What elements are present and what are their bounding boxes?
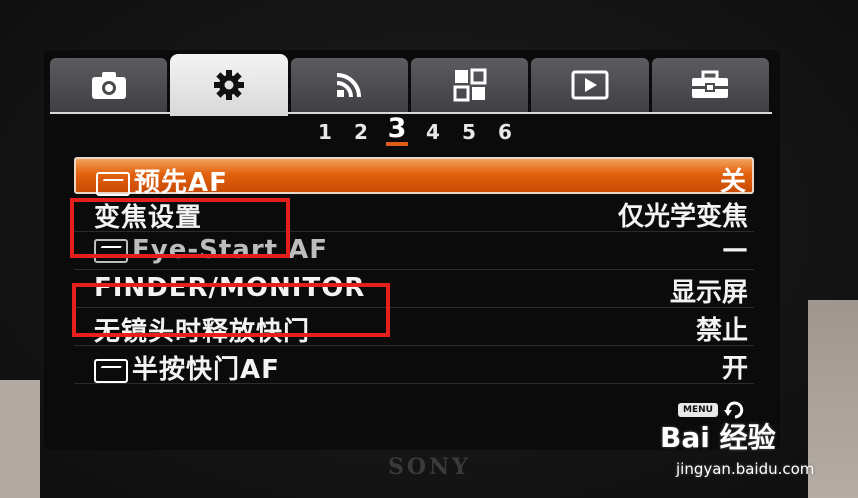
camera-body-right <box>808 300 858 498</box>
menu-item-value: 禁止 <box>695 316 748 346</box>
tab-settings[interactable] <box>170 54 288 116</box>
tab-setup[interactable] <box>651 58 769 112</box>
playback-icon <box>571 70 609 100</box>
page-6[interactable]: 6 <box>494 120 516 146</box>
tab-apps[interactable] <box>410 58 529 112</box>
grid-icon <box>453 68 487 102</box>
tab-wireless[interactable] <box>290 58 408 112</box>
page-indicator: 1 2 3 4 5 6 <box>314 115 516 146</box>
tab-camera[interactable] <box>50 58 168 112</box>
watermark-logo: Bai 经验 <box>660 421 776 454</box>
wireless-icon <box>337 73 362 98</box>
page-3-current[interactable]: 3 <box>386 115 408 146</box>
still-image-icon <box>96 171 130 196</box>
page-1[interactable]: 1 <box>314 120 336 146</box>
menu-item-value: 关 <box>719 167 746 197</box>
menu-item-label-wrap: 半按快门AF <box>94 349 280 386</box>
tab-playback[interactable] <box>531 58 649 112</box>
page-5[interactable]: 5 <box>458 120 480 146</box>
toolbox-icon <box>692 70 729 98</box>
gear-icon <box>213 70 244 100</box>
menu-item-label: 半按快门AF <box>132 355 280 385</box>
page-4[interactable]: 4 <box>422 120 444 146</box>
page-2[interactable]: 2 <box>350 120 372 146</box>
camera-body-left <box>0 380 40 498</box>
menu-item-af-w-shutter[interactable]: 半按快门AF 开 <box>74 346 754 386</box>
brand-logo: SONY <box>388 454 471 480</box>
tab-underline <box>50 112 772 114</box>
highlight-box-finder-monitor <box>72 283 390 337</box>
watermark-url: jingyan.baidu.com <box>676 460 815 478</box>
menu-item-value: 仅光学变焦 <box>617 202 748 232</box>
menu-item-pre-af[interactable]: 预先AF 关 <box>74 157 754 198</box>
camera-icon <box>91 72 126 99</box>
menu-tabs <box>50 54 772 116</box>
highlight-box-zoom-setting <box>70 198 290 258</box>
settings-menu: 预先AF 关 变焦设置 仅光学变焦 Eye-Start AF — FINDER/… <box>74 157 754 386</box>
menu-item-value: 显示屏 <box>669 278 748 308</box>
menu-item-value: — <box>722 234 748 264</box>
still-image-icon <box>94 358 128 383</box>
menu-button[interactable]: MENU <box>678 403 718 417</box>
menu-item-value: 开 <box>721 354 748 384</box>
